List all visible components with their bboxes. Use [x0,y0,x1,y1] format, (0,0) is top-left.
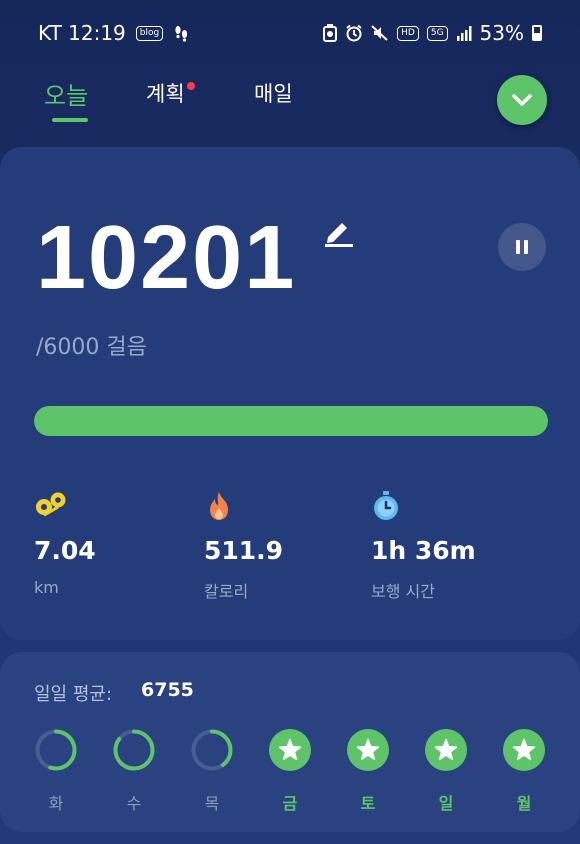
tab-bar: 오늘 계획 매일 [0,66,580,136]
star-badge-icon [347,729,389,771]
progress-ring [113,729,155,771]
day-item: 목 [190,728,234,814]
star-badge-icon [269,729,311,771]
steps-card: 10201 /6000 걸음 7.04 km 511.9 칼로리 1h 36m … [0,147,580,640]
battery-percent: 53% [479,21,524,45]
day-label: 목 [204,794,220,813]
daily-average-value: 6755 [141,679,194,701]
status-left: KT 12:19 blog [38,21,189,45]
pause-button[interactable] [498,223,546,271]
steps-count: 10201 [36,208,297,308]
day-label: 토 [360,794,376,813]
step-goal: /6000 걸음 [36,335,147,360]
day-label: 일 [438,794,454,813]
stopwatch-icon [371,490,401,526]
signal-icon [456,25,472,41]
progress-ring [191,729,233,771]
recycle-icon [323,24,338,42]
status-right: HD 5G 53% [323,21,542,45]
tab-plan[interactable]: 계획 [146,78,185,108]
daily-average-label: 일일 평균: [34,684,113,705]
mute-icon [371,24,389,42]
steps-progress-fill [34,406,548,436]
calories-label: 칼로리 [204,582,249,601]
star-badge-icon [503,729,545,771]
distance-value: 7.04 [34,536,96,565]
tab-today[interactable]: 오늘 [44,76,88,111]
tab-daily[interactable]: 매일 [254,78,293,108]
blog-icon: blog [135,25,164,41]
expand-button[interactable] [497,75,547,125]
day-label: 수 [126,794,142,813]
pause-icon [516,240,528,254]
steps-progress-bar [34,406,548,436]
day-item: 수 [112,728,156,814]
chevron-down-icon [512,94,532,106]
day-item: 토 [346,728,390,814]
hd-icon: HD [397,25,419,41]
day-label: 화 [48,794,64,813]
weekly-card[interactable]: 일일 평균: 6755 화 수 목 금 토 일 월 [0,652,580,832]
star-badge-icon [425,729,467,771]
flame-icon [204,490,234,526]
day-item: 월 [502,728,546,814]
network-5g-icon: 5G [426,25,448,41]
alarm-icon [345,24,363,42]
walk-time-label: 보행 시간 [371,582,435,601]
distance-label: km [34,578,59,597]
walk-time-value: 1h 36m [371,536,476,565]
active-tab-indicator [52,118,88,122]
calories-value: 511.9 [204,536,284,565]
day-label: 월 [516,794,532,813]
carrier-time: KT 12:19 [38,21,126,45]
progress-ring [35,729,77,771]
day-item: 화 [34,728,78,814]
day-item: 일 [424,728,468,814]
battery-icon [532,25,542,41]
footsteps-icon [173,24,189,42]
day-label: 금 [282,794,298,813]
day-item: 금 [268,728,312,814]
distance-icon [34,490,68,524]
edit-icon[interactable] [322,219,354,251]
status-bar: KT 12:19 blog HD 5G 53% [0,0,580,66]
plan-badge-dot [187,82,195,90]
